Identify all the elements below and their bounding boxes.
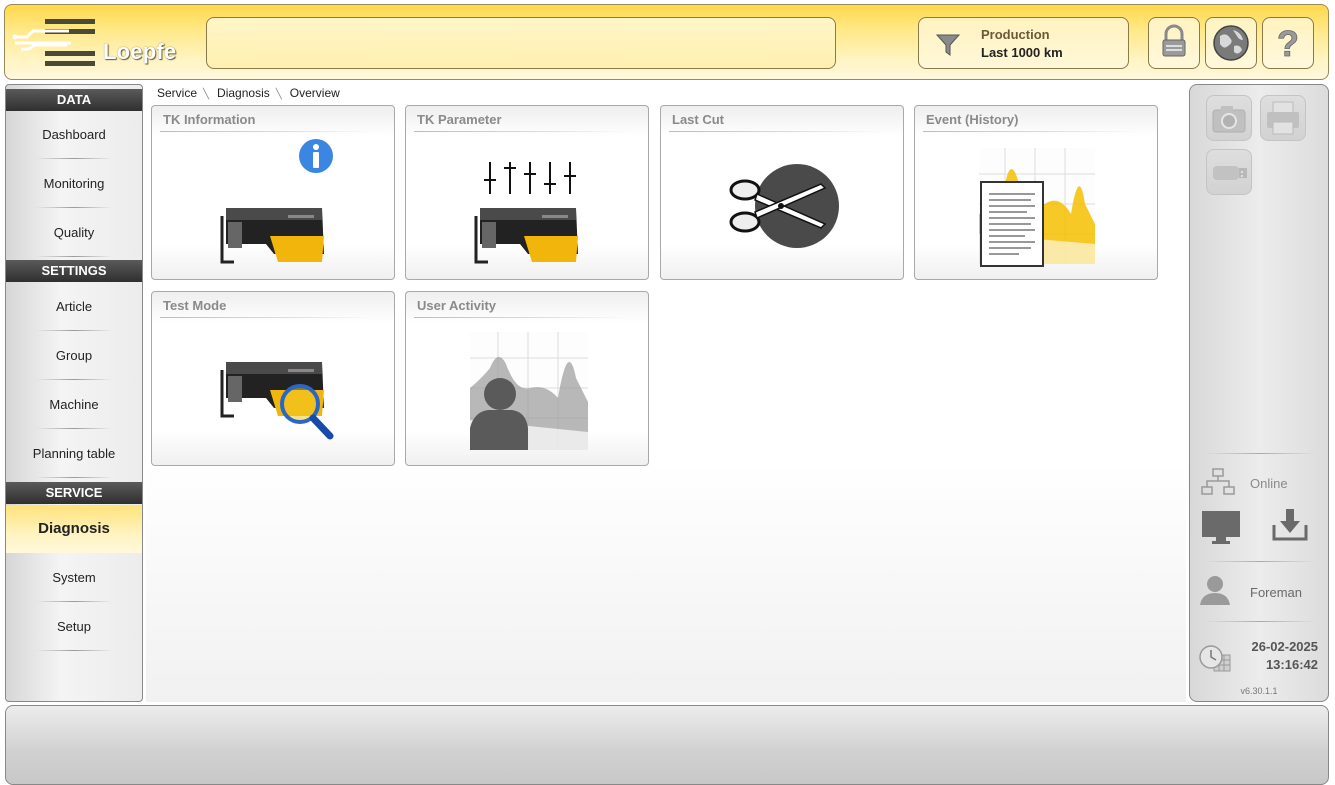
section-header-data: DATA [6, 89, 142, 111]
download-icon [1272, 509, 1308, 541]
current-time: 13:16:42 [1265, 657, 1318, 672]
top-header: Loepfe Production Last 1000 km ? [4, 4, 1329, 80]
breadcrumb-separator-icon: ╲ [203, 89, 210, 100]
tk-parameter-icon [474, 162, 578, 264]
user-icon [1200, 576, 1230, 605]
language-button[interactable] [1205, 17, 1257, 69]
tk-information-icon [220, 139, 333, 264]
breadcrumb-service[interactable]: Service [157, 86, 197, 100]
right-panel: Online Foreman 26-02-2025 13:16:42 v6.30… [1189, 84, 1329, 702]
tile-last-cut[interactable]: Last Cut [660, 105, 904, 280]
breadcrumb-overview: Overview [289, 86, 340, 100]
nav-item-planning-table[interactable]: Planning table [6, 430, 142, 478]
camera-icon [1212, 106, 1246, 133]
tile-tk-information[interactable]: TK Information [151, 105, 395, 280]
tile-title: Event (History) [926, 112, 1019, 127]
production-filter-button[interactable]: Production Last 1000 km [918, 17, 1129, 69]
nav-item-monitoring[interactable]: Monitoring [6, 160, 142, 208]
tile-title: User Activity [417, 298, 496, 313]
help-button[interactable]: ? [1262, 17, 1314, 69]
nav-item-group[interactable]: Group [6, 332, 142, 380]
breadcrumb-diagnosis[interactable]: Diagnosis [217, 86, 270, 100]
nav-item-setup[interactable]: Setup [6, 603, 142, 651]
lock-icon [1162, 24, 1186, 57]
globe-icon [1213, 25, 1249, 61]
breadcrumb-separator-icon: ╲ [275, 89, 282, 100]
tile-title: TK Information [163, 112, 256, 127]
funnel-icon [935, 34, 961, 56]
loepfe-logo: Loepfe [11, 13, 176, 73]
screenshot-button[interactable] [1206, 95, 1252, 141]
scissors-icon [729, 164, 839, 248]
network-icon [1201, 468, 1235, 495]
tile-test-mode[interactable]: Test Mode [151, 291, 395, 466]
nav-item-dashboard[interactable]: Dashboard [6, 111, 142, 159]
usb-export-button[interactable] [1206, 149, 1252, 195]
version-label: v6.30.1.1 [1240, 686, 1278, 696]
tile-title: TK Parameter [417, 112, 502, 127]
logo-text: Loepfe [103, 39, 177, 64]
lock-button[interactable] [1148, 17, 1200, 69]
test-mode-icon [220, 362, 334, 440]
nav-item-quality[interactable]: Quality [6, 209, 142, 257]
section-header-settings: SETTINGS [6, 260, 142, 282]
date-time-display: 26-02-2025 13:16:42 [1238, 638, 1319, 674]
tile-title: Last Cut [672, 112, 724, 127]
nav-item-machine[interactable]: Machine [6, 381, 142, 429]
user-role: Foreman [1250, 585, 1303, 600]
left-navigation: DATA Dashboard Monitoring Quality SETTIN… [5, 84, 143, 702]
info-bar[interactable] [206, 17, 836, 69]
nav-item-system[interactable]: System [6, 554, 142, 602]
breadcrumb: Service ╲ Diagnosis ╲ Overview [157, 86, 346, 100]
filter-value: Last 1000 km [981, 45, 1063, 60]
connection-status: Online [1250, 476, 1288, 491]
filter-title: Production [981, 27, 1050, 42]
nav-item-diagnosis[interactable]: Diagnosis [6, 505, 142, 553]
usb-stick-icon [1213, 166, 1247, 180]
bottom-status-bar [5, 705, 1329, 785]
tile-event-history[interactable]: Event (History) [914, 105, 1158, 280]
clock-calendar-icon [1199, 645, 1231, 672]
svg-text:?: ? [1277, 23, 1299, 64]
question-mark-icon: ? [1277, 23, 1300, 65]
print-button[interactable] [1260, 95, 1306, 141]
section-header-service: SERVICE [6, 482, 142, 504]
tile-tk-parameter[interactable]: TK Parameter [405, 105, 649, 280]
tile-title: Test Mode [163, 298, 227, 313]
monitor-icon [1202, 511, 1240, 544]
printer-icon [1267, 101, 1299, 135]
user-activity-icon [470, 332, 588, 450]
tile-user-activity[interactable]: User Activity [405, 291, 649, 466]
current-date: 26-02-2025 [1251, 639, 1319, 654]
event-history-icon [979, 148, 1095, 267]
nav-item-article[interactable]: Article [6, 283, 142, 331]
